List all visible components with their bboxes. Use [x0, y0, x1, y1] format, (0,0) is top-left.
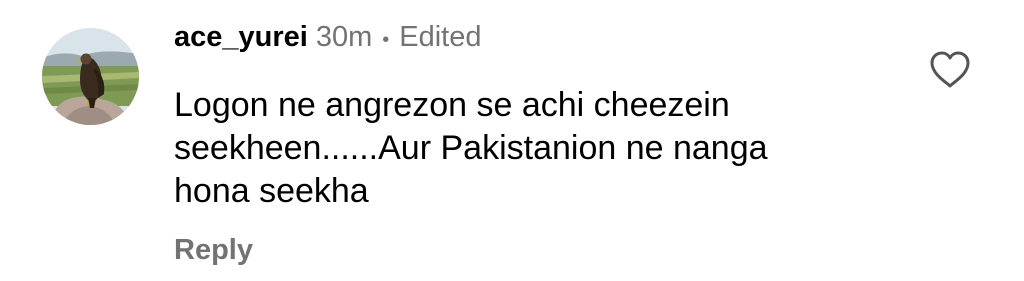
meta-separator: •: [382, 29, 390, 51]
comment-item: ace_yurei 30m • Edited Logon ne angrezon…: [0, 0, 1024, 281]
reply-button[interactable]: Reply: [174, 231, 894, 269]
heart-outline-icon: [930, 51, 970, 88]
comment-body: ace_yurei 30m • Edited Logon ne angrezon…: [174, 18, 894, 269]
comment-time: 30m: [315, 21, 373, 53]
like-button[interactable]: [928, 50, 972, 90]
comment-text: Logon ne angrezon se achi cheezein seekh…: [174, 86, 768, 210]
eagle-avatar-icon: [42, 28, 139, 125]
username[interactable]: ace_yurei: [174, 18, 308, 56]
edited-label: Edited: [399, 21, 482, 53]
avatar[interactable]: [42, 28, 139, 125]
comment-meta: ace_yurei 30m • Edited: [174, 18, 894, 56]
